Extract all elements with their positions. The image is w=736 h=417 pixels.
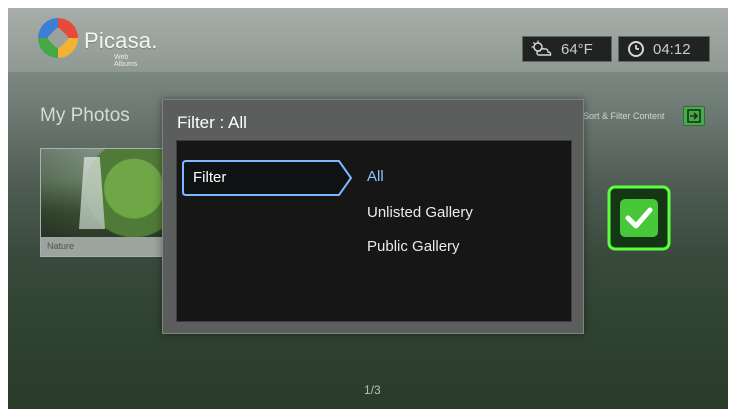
clock-status: 04:12 — [618, 36, 710, 62]
filter-tab-label: Filter — [193, 169, 227, 186]
brand-subtitle: Web Albums — [114, 54, 138, 68]
dialog-content: Filter All Unlisted Gallery Public Galle… — [176, 140, 572, 322]
weather-status: 64°F — [522, 36, 612, 62]
partly-cloudy-icon — [531, 40, 552, 56]
filter-option-unlisted-gallery[interactable]: Unlisted Gallery — [367, 204, 473, 221]
filter-option-public-gallery[interactable]: Public Gallery — [367, 238, 460, 255]
checkmark-icon — [607, 185, 671, 251]
filter-dialog: Filter : All Filter All Unlisted Gallery… — [162, 99, 584, 334]
album-caption: Nature — [41, 237, 165, 256]
confirm-button[interactable] — [607, 185, 671, 251]
dialog-title: Filter : All — [177, 113, 247, 132]
top-bar: Picasa. Web Albums 64°F 04:12 — [8, 8, 728, 73]
brand-name: Picasa. — [84, 28, 158, 53]
exit-icon[interactable] — [683, 106, 705, 126]
tv-screen: Picasa. Web Albums 64°F 04:12 My Photos … — [8, 8, 728, 409]
clock-icon — [628, 41, 644, 57]
temperature-text: 64°F — [561, 40, 593, 58]
album-thumbnail[interactable]: Nature — [40, 148, 166, 257]
picasa-logo-mark — [38, 18, 78, 58]
filter-option-all[interactable]: All — [367, 168, 384, 185]
filter-tab[interactable]: Filter — [181, 159, 353, 202]
page-title: My Photos — [40, 105, 130, 126]
time-text: 04:12 — [653, 40, 691, 58]
sort-filter-label: Sort & Filter Content — [583, 111, 665, 121]
page-indicator: 1/3 — [364, 383, 381, 397]
album-thumbnail-image — [41, 149, 165, 237]
